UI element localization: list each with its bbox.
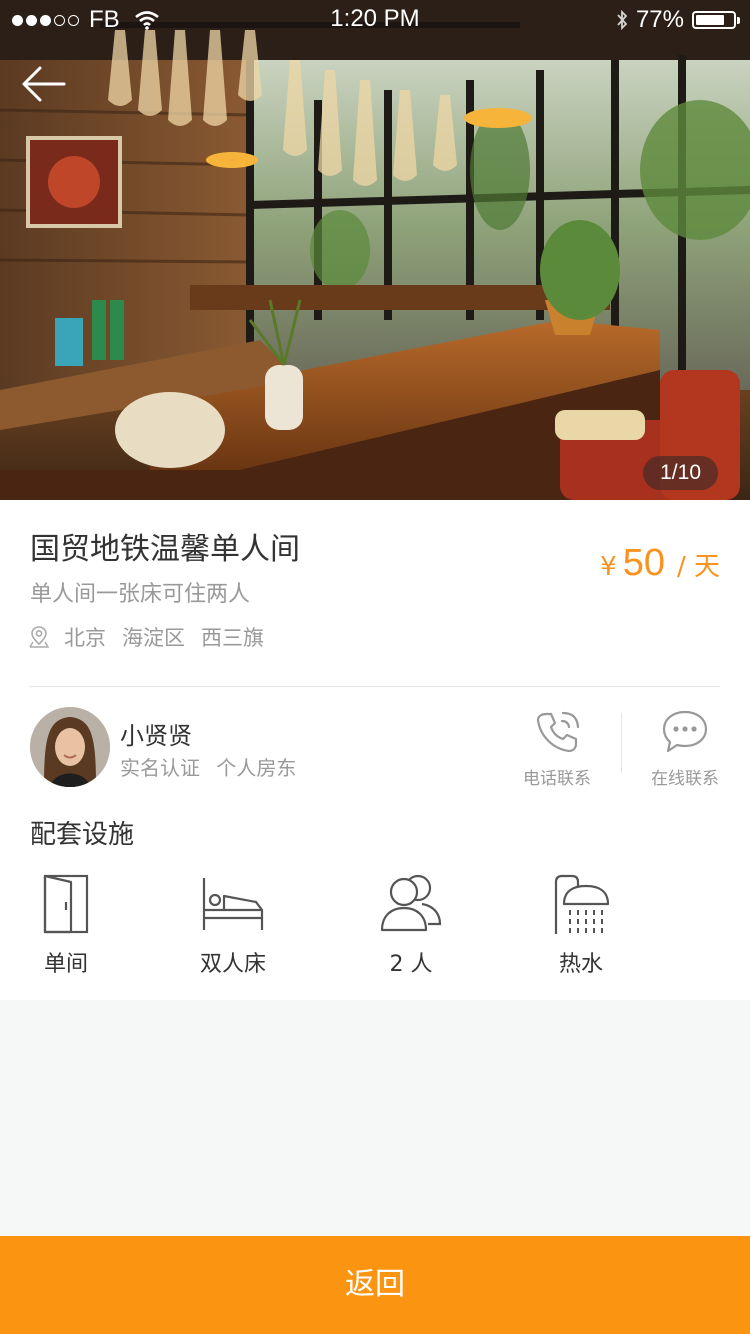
- cafe-interior-image: [0, 0, 750, 500]
- listing-location: 北京 海淀区 西三旗: [28, 622, 280, 652]
- people-icon: [380, 874, 442, 932]
- door-icon: [43, 874, 89, 934]
- listing-subtitle: 单人间一张床可住两人: [30, 582, 251, 607]
- phone-contact-button[interactable]: 电话联系: [502, 708, 612, 789]
- battery-icon: [692, 11, 740, 29]
- section-divider: [30, 686, 720, 687]
- location-pin-icon: [29, 626, 50, 648]
- facility-label: 热水: [558, 952, 603, 977]
- battery-percent: 77%: [635, 6, 684, 33]
- location-city: 北京: [64, 626, 106, 650]
- facility-label: 单间: [43, 952, 88, 977]
- chat-contact-button[interactable]: 在线联系: [630, 708, 740, 789]
- host-avatar-image: [30, 707, 110, 787]
- listing-info-card: 国贸地铁温馨单人间 单人间一张床可住两人 北京 海淀区 西三旗 ¥ 50 / 天…: [0, 500, 750, 1000]
- bed-icon: [202, 878, 264, 930]
- host-tag-verified: 实名认证: [120, 756, 200, 780]
- location-area: 西三旗: [201, 626, 264, 650]
- chat-contact-label: 在线联系: [651, 769, 719, 789]
- facility-double-bed: 双人床: [168, 872, 298, 978]
- facility-single-room: 单间: [1, 872, 131, 978]
- facility-label: 双人床: [199, 952, 266, 977]
- host-tag-type: 个人房东: [216, 756, 297, 780]
- phone-icon: [536, 711, 580, 753]
- hero-photo[interactable]: FB 1:20 PM 77% 1/10: [0, 0, 750, 500]
- listing-title: 国贸地铁温馨单人间: [30, 532, 300, 567]
- listing-price: ¥ 50 / 天: [600, 542, 720, 585]
- price-currency: ¥: [600, 552, 617, 582]
- chat-bubble-icon: [662, 710, 708, 753]
- bluetooth-icon: [617, 10, 628, 30]
- host-tags: 实名认证 个人房东: [120, 752, 306, 781]
- status-bar: FB 1:20 PM 77%: [0, 0, 750, 40]
- facilities-title: 配套设施: [30, 820, 135, 850]
- location-district: 海淀区: [122, 626, 185, 650]
- facility-hot-water: 热水: [516, 872, 646, 978]
- photo-pager-indicator: 1/10: [643, 456, 718, 490]
- facility-label: 2 人: [389, 952, 433, 977]
- contact-separator: [621, 713, 622, 773]
- price-unit: / 天: [676, 552, 720, 582]
- host-name: 小贤贤: [120, 722, 192, 750]
- facility-capacity: 2 人: [346, 872, 476, 978]
- back-button[interactable]: 返回: [0, 1236, 750, 1334]
- shower-icon: [554, 874, 610, 934]
- host-avatar[interactable]: [30, 707, 110, 787]
- price-amount: 50: [622, 542, 665, 584]
- phone-contact-label: 电话联系: [523, 769, 591, 789]
- back-arrow-icon[interactable]: [18, 62, 68, 106]
